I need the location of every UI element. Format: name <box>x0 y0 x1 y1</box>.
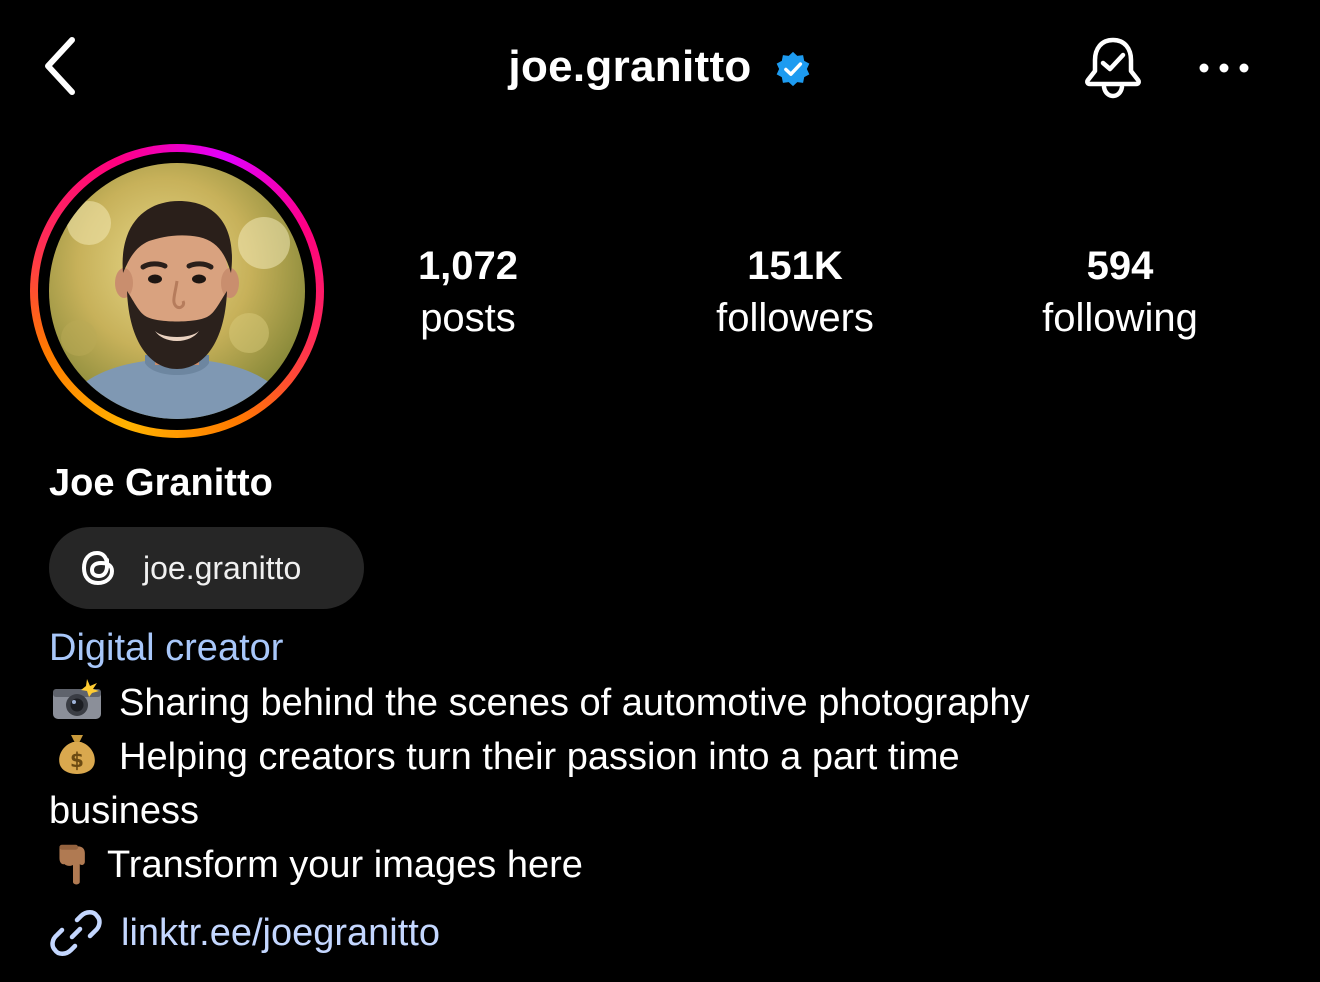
verified-badge-icon <box>776 51 809 87</box>
followers-count: 151K <box>747 244 843 288</box>
link-icon <box>49 906 103 960</box>
story-ring[interactable] <box>30 144 324 438</box>
display-name: Joe Granitto <box>49 462 273 504</box>
more-horizontal-icon <box>1199 63 1249 73</box>
posts-label: posts <box>420 296 516 340</box>
avatar-container <box>38 152 316 430</box>
bio-line: $ Helping creators turn their passion in… <box>49 730 1229 784</box>
profile-link[interactable]: linktr.ee/joegranitto <box>49 906 440 960</box>
threads-badge-button[interactable]: joe.granitto <box>49 527 364 609</box>
bio-line-1-text: Sharing behind the scenes of automotive … <box>119 682 1030 724</box>
following-count: 594 <box>1086 244 1154 288</box>
username-title: joe.granitto <box>508 42 752 91</box>
followers-stat[interactable]: 151K followers <box>665 240 925 344</box>
posts-count: 1,072 <box>417 244 519 288</box>
bio-line-4-text: Transform your images here <box>107 844 583 886</box>
bio-line-3-text: business <box>49 790 199 832</box>
money-bag-icon: $ <box>59 735 95 774</box>
profile-category: Digital creator <box>49 627 284 669</box>
bio-line-2-text: Helping creators turn their passion into… <box>119 736 960 778</box>
avatar <box>49 163 305 419</box>
bell-check-icon <box>1085 37 1141 99</box>
followers-label: followers <box>716 296 874 340</box>
posts-stat[interactable]: 1,072 posts <box>338 240 598 344</box>
threads-icon <box>77 546 121 590</box>
notifications-button[interactable] <box>1078 32 1148 102</box>
top-bar: joe.granitto <box>0 0 1320 136</box>
camera-flash-icon <box>53 679 101 719</box>
svg-text:$: $ <box>70 748 84 772</box>
pointing-down-icon <box>59 844 85 885</box>
following-label: following <box>1042 296 1198 340</box>
more-options-button[interactable] <box>1192 40 1256 96</box>
profile-bio: Sharing behind the scenes of automotive … <box>49 676 1229 892</box>
bio-line: Transform your images here <box>49 838 1229 892</box>
bio-line: Sharing behind the scenes of automotive … <box>49 676 1229 730</box>
profile-link-text[interactable]: linktr.ee/joegranitto <box>121 906 440 960</box>
threads-handle: joe.granitto <box>143 549 302 586</box>
following-stat[interactable]: 594 following <box>990 240 1250 344</box>
